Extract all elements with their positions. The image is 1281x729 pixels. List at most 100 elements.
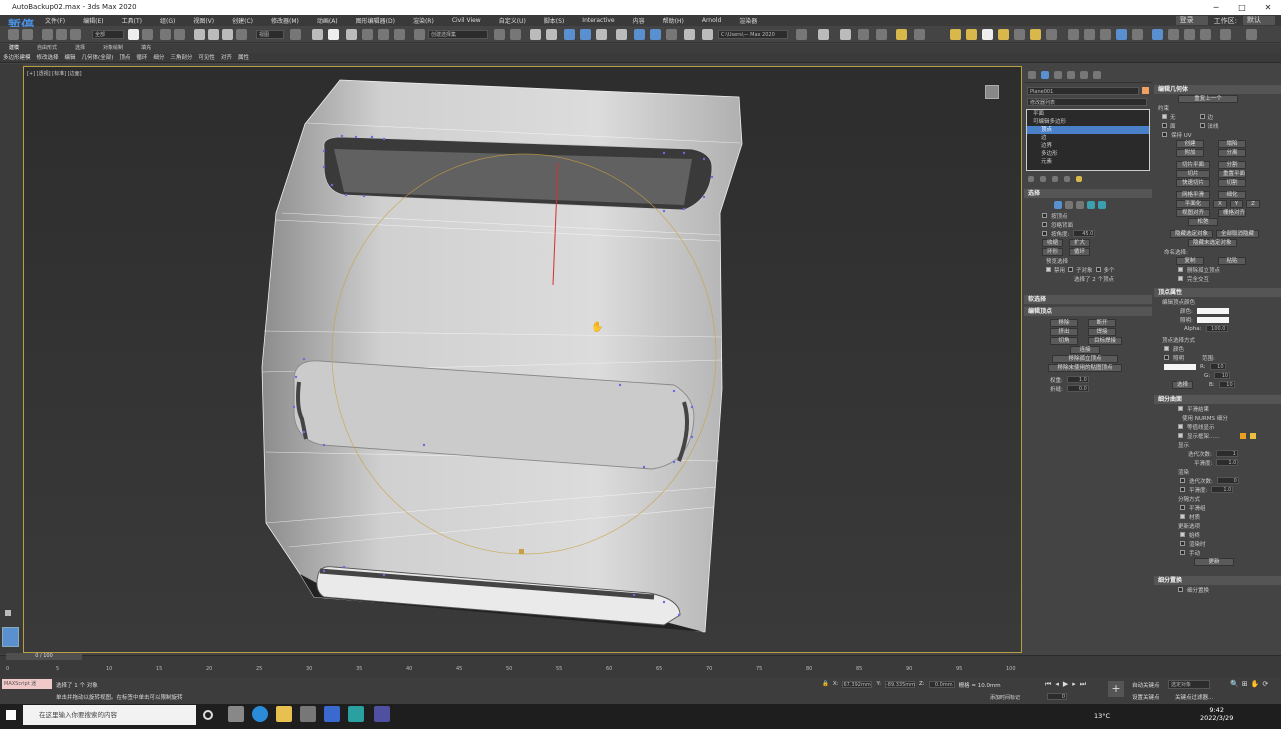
- menu-item[interactable]: 组(G): [151, 16, 184, 25]
- menu-item[interactable]: Arnold: [693, 17, 730, 24]
- redo-icon[interactable]: [22, 29, 33, 40]
- stack-item[interactable]: 顶点: [1027, 126, 1149, 134]
- ribbon-tool[interactable]: 顶点: [116, 53, 133, 62]
- layer-explorer-icon[interactable]: [530, 29, 541, 40]
- arnold-render-icon[interactable]: [1068, 29, 1079, 40]
- menu-item[interactable]: Interactive: [573, 17, 623, 24]
- ribbon-tool[interactable]: 可见性: [195, 53, 218, 62]
- maxscript-listener[interactable]: MAXScript 迷: [2, 679, 52, 689]
- preview-multi-radio[interactable]: [1095, 267, 1101, 272]
- edge-mode-icon[interactable]: [1065, 201, 1073, 209]
- configure-sets-icon[interactable]: [1076, 176, 1082, 182]
- scale-icon[interactable]: [222, 29, 233, 40]
- pivot-center-icon[interactable]: [290, 29, 301, 40]
- meshsmooth-button[interactable]: 网格平滑: [1176, 190, 1210, 199]
- snap-toggle-icon[interactable]: [346, 29, 357, 40]
- schematic-view-icon[interactable]: [580, 29, 591, 40]
- attach-button[interactable]: 附加: [1176, 148, 1204, 157]
- key-filters-button[interactable]: 关键点过滤器...: [1175, 693, 1213, 701]
- edge-browser-icon[interactable]: [252, 706, 268, 722]
- render-production-icon[interactable]: [650, 29, 661, 40]
- remove-modifier-icon[interactable]: [1064, 176, 1070, 182]
- track-bar[interactable]: 0 5 10 15 20 25 30 35 40 45 50 55 60 65 70 75 80 85 90 95 10…: [6, 664, 1016, 676]
- unlink-icon[interactable]: [56, 29, 67, 40]
- split-button[interactable]: 分割: [1218, 160, 1246, 169]
- menu-item[interactable]: 编辑(E): [74, 16, 112, 25]
- copy-button[interactable]: 复制: [1176, 256, 1204, 265]
- remove-unused-map-button[interactable]: 移除未使用的贴图顶点: [1048, 363, 1122, 372]
- add-time-tag[interactable]: 添加时间标记: [990, 694, 1020, 701]
- arnold-log-icon[interactable]: [1184, 29, 1195, 40]
- display-tab-icon[interactable]: [1080, 71, 1088, 79]
- maximize-button[interactable]: □: [1229, 0, 1255, 15]
- create-button[interactable]: 创建: [1176, 139, 1204, 148]
- go-to-start-icon[interactable]: ⏮: [1045, 680, 1051, 689]
- render-smoothness-field[interactable]: 1.0: [1211, 486, 1234, 493]
- select-manipulate-icon[interactable]: [312, 29, 323, 40]
- menu-item[interactable]: 内容: [624, 16, 654, 25]
- planarize-z-button[interactable]: Z: [1246, 199, 1260, 208]
- subdivision-rollout-header[interactable]: 细分曲面: [1154, 395, 1281, 404]
- arnold-light-icon[interactable]: [950, 29, 961, 40]
- grow-button[interactable]: 扩大: [1069, 238, 1091, 247]
- ribbon-tab[interactable]: 建模: [0, 44, 28, 53]
- arnold-sun-icon[interactable]: [998, 29, 1009, 40]
- rotate-icon[interactable]: [208, 29, 219, 40]
- select-color-swatch[interactable]: [1164, 363, 1196, 370]
- select-by-illum-radio[interactable]: [1164, 355, 1169, 360]
- stack-item[interactable]: 多边形: [1027, 150, 1149, 158]
- ribbon-tool[interactable]: 循环: [133, 53, 150, 62]
- planarize-x-button[interactable]: X: [1213, 199, 1227, 208]
- loop-button[interactable]: 循环: [1069, 247, 1091, 256]
- always-radio[interactable]: [1180, 532, 1185, 537]
- link-icon[interactable]: [42, 29, 53, 40]
- isoline-checkbox[interactable]: [1178, 424, 1183, 429]
- prev-frame-icon[interactable]: ◂: [1055, 680, 1059, 689]
- shrink-button[interactable]: 收缩: [1042, 238, 1064, 247]
- key-mode-dropdown[interactable]: 选定对象: [1168, 680, 1210, 689]
- pan-icon[interactable]: ✋: [1251, 680, 1260, 688]
- menu-item[interactable]: 创建(C): [223, 16, 262, 25]
- ribbon-tab[interactable]: 对象绘制: [94, 44, 132, 53]
- cage-color-1[interactable]: [1239, 432, 1246, 439]
- weight-field[interactable]: 1.0: [1066, 376, 1089, 383]
- render-iterations-field[interactable]: 0: [1216, 477, 1239, 484]
- vertex-color-swatch[interactable]: [1196, 307, 1229, 314]
- soft-selection-rollout-header[interactable]: 软选择: [1024, 295, 1152, 304]
- arnold-sky-icon[interactable]: [1030, 29, 1041, 40]
- when-rendering-radio[interactable]: [1180, 541, 1185, 546]
- render-smoothness-checkbox[interactable]: [1180, 487, 1185, 492]
- paste-button[interactable]: 粘贴: [1218, 256, 1246, 265]
- connect-button[interactable]: 连接: [1070, 345, 1100, 354]
- by-vertex-checkbox[interactable]: [1042, 213, 1047, 218]
- manually-radio[interactable]: [1180, 550, 1185, 555]
- arnold-shader-icon[interactable]: [1046, 29, 1057, 40]
- select-by-name-icon[interactable]: [142, 29, 153, 40]
- stack-item[interactable]: 边界: [1027, 142, 1149, 150]
- cage-color-2[interactable]: [1249, 432, 1256, 439]
- ribbon-tool[interactable]: 细分: [150, 53, 167, 62]
- range-g-field[interactable]: 10: [1214, 372, 1231, 379]
- windows-start-icon[interactable]: [6, 710, 16, 720]
- extrude-button[interactable]: 挤出: [1050, 327, 1078, 336]
- x-coord-field[interactable]: 67.392mm: [842, 681, 873, 688]
- preview-off-radio[interactable]: [1046, 267, 1051, 272]
- slice-plane-button[interactable]: 切片平面: [1176, 160, 1210, 169]
- menu-item[interactable]: 自定义(U): [490, 16, 535, 25]
- y-coord-field[interactable]: -89.335mm: [884, 681, 915, 688]
- break-button[interactable]: 断开: [1088, 318, 1116, 327]
- menu-item[interactable]: 渲染器: [730, 16, 766, 25]
- render-setup-icon[interactable]: [616, 29, 627, 40]
- menu-item[interactable]: 图形编辑器(D): [347, 16, 404, 25]
- vertex-mode-icon[interactable]: [1054, 201, 1062, 209]
- task-view-icon[interactable]: [203, 710, 213, 720]
- minimize-button[interactable]: ─: [1203, 0, 1229, 15]
- arnold-tools-icon[interactable]: [1168, 29, 1179, 40]
- smoothness-field[interactable]: 1.0: [1216, 459, 1239, 466]
- undo-icon[interactable]: [8, 29, 19, 40]
- view-align-button[interactable]: 视图对齐: [1176, 208, 1210, 217]
- weld-button[interactable]: 焊接: [1088, 327, 1116, 336]
- by-angle-checkbox[interactable]: [1042, 231, 1047, 236]
- stack-item[interactable]: 边: [1027, 134, 1149, 142]
- render-cloud-icon[interactable]: [684, 29, 695, 40]
